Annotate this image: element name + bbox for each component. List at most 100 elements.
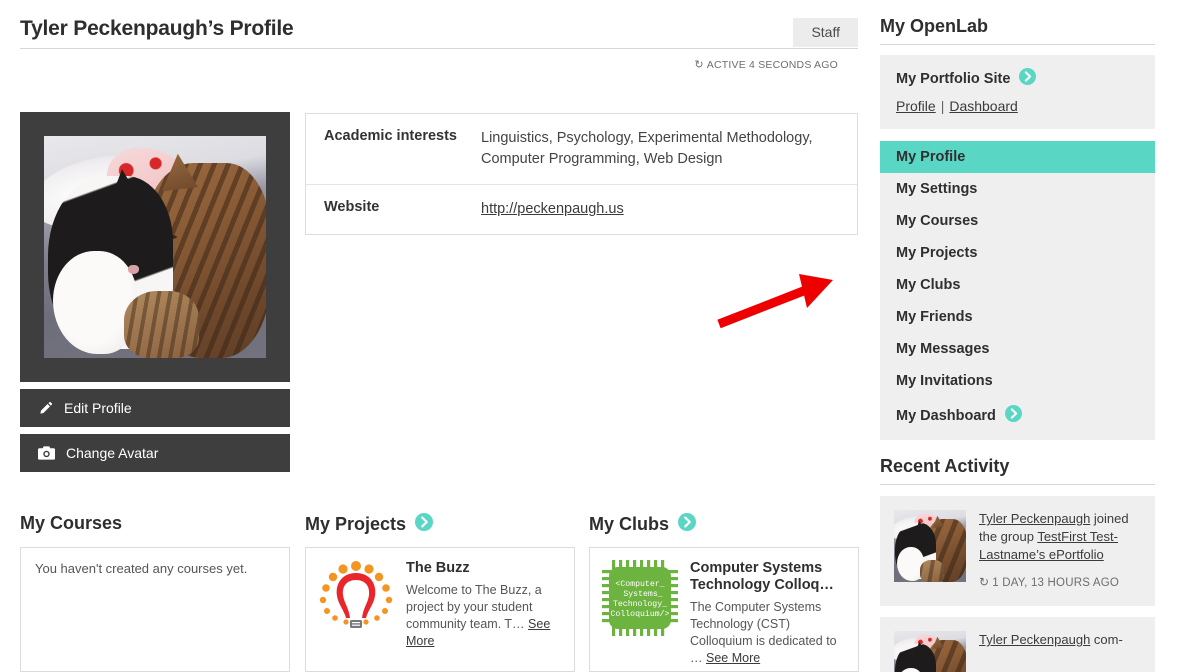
activity-item: Tyler Peckenpaugh com- — [880, 617, 1155, 672]
activity-item: Tyler Peckenpaugh joined the group TestF… — [880, 496, 1155, 606]
portfolio-site-title: My Portfolio Site — [896, 68, 1139, 89]
main-content: Tyler Peckenpaugh’s Profile Staff ↻ ACTIV… — [0, 0, 860, 672]
club-description: The Computer Systems Technology (CST) Co… — [690, 599, 846, 667]
info-label: Academic interests — [324, 128, 457, 144]
list-item[interactable]: <Computer_ Systems_ Technology_ Colloqui… — [590, 548, 858, 667]
my-courses-heading-label: My Courses — [20, 513, 123, 533]
link-separator: | — [940, 98, 945, 114]
openlab-nav: My Profile My Settings My Courses My Pro… — [880, 141, 1155, 440]
change-avatar-label: Change Avatar — [66, 445, 159, 461]
chevron-right-circle-icon[interactable] — [415, 513, 434, 536]
info-value: Linguistics, Psychology, Experimental Me… — [481, 130, 813, 167]
chevron-right-circle-icon[interactable] — [1004, 405, 1022, 426]
avatar-tuxedo-cat — [895, 643, 936, 672]
activity-timestamp-text: 1 DAY, 13 HOURS AGO — [992, 577, 1119, 589]
svg-text:Technology_: Technology_ — [613, 599, 667, 609]
cst-colloquium-chip-icon: <Computer_ Systems_ Technology_ Colloqui… — [602, 560, 678, 636]
sidebar-item-my-clubs[interactable]: My Clubs — [880, 269, 1155, 301]
sidebar-item-my-messages[interactable]: My Messages — [880, 333, 1155, 365]
sidebar-item-label: My Courses — [896, 213, 979, 229]
sidebar-item-label: My Invitations — [896, 373, 993, 389]
avatar[interactable] — [894, 510, 966, 582]
the-buzz-logo-icon — [318, 560, 394, 632]
project-description: Welcome to The Buzz, a project by your s… — [406, 582, 562, 650]
courses-empty-message: You haven't created any courses yet. — [35, 561, 248, 576]
edit-profile-button[interactable]: Edit Profile — [20, 389, 290, 427]
sidebar-item-my-projects[interactable]: My Projects — [880, 237, 1155, 269]
sidebar-item-my-invitations[interactable]: My Invitations — [880, 365, 1155, 397]
recent-activity-heading: Recent Activity — [880, 456, 1010, 476]
active-status-text: ACTIVE 4 SECONDS AGO — [706, 59, 838, 71]
sidebar-item-my-profile[interactable]: My Profile — [880, 141, 1155, 173]
sidebar: My OpenLab My Portfolio Site Profile | Das… — [880, 0, 1179, 672]
activity-actor-link[interactable]: Tyler Peckenpaugh — [979, 511, 1090, 526]
avatar[interactable] — [894, 631, 966, 672]
camera-icon — [38, 445, 55, 461]
svg-text:Systems_: Systems_ — [623, 590, 662, 599]
info-value: http://peckenpaugh.us — [481, 199, 624, 220]
openlab-heading: My OpenLab — [880, 16, 989, 36]
profile-page: Tyler Peckenpaugh’s Profile Staff ↻ ACTIV… — [0, 0, 1179, 672]
activity-timestamp: ↻ 1 DAY, 13 HOURS AGO — [979, 573, 1141, 592]
openlab-divider — [880, 44, 1155, 45]
sidebar-item-label: My Dashboard — [896, 407, 996, 424]
portfolio-dashboard-link[interactable]: Dashboard — [949, 98, 1018, 114]
sidebar-item-label: My Friends — [896, 309, 973, 325]
profile-info-table: Academic interests Linguistics, Psycholo… — [305, 113, 858, 235]
project-description-text: Welcome to The Buzz, a project by your s… — [406, 583, 542, 631]
status-badge: Staff — [793, 18, 858, 47]
sidebar-item-label: My Projects — [896, 245, 978, 261]
avatar-tuxedo-nose — [128, 264, 140, 274]
profile-header: Tyler Peckenpaugh’s Profile Staff — [20, 12, 858, 50]
page-title: Tyler Peckenpaugh’s Profile — [20, 17, 294, 40]
svg-text:Colloquium/>: Colloquium/> — [611, 609, 670, 619]
my-courses-panel: You haven't created any courses yet. — [20, 547, 290, 672]
reload-icon: ↻ — [979, 575, 990, 589]
svg-text:<Computer_: <Computer_ — [615, 580, 664, 589]
my-clubs-heading-label: My Clubs — [589, 514, 670, 534]
table-row: Academic interests Linguistics, Psycholo… — [306, 114, 857, 184]
red-annotation-arrow — [715, 268, 843, 335]
chevron-right-circle-icon[interactable] — [678, 513, 697, 536]
change-avatar-button[interactable]: Change Avatar — [20, 434, 290, 472]
portfolio-site-box: My Portfolio Site Profile | Dashboard — [880, 55, 1155, 129]
sidebar-item-my-settings[interactable]: My Settings — [880, 173, 1155, 205]
my-clubs-heading: My Clubs — [589, 513, 697, 536]
my-projects-heading: My Projects — [305, 513, 434, 536]
edit-profile-label: Edit Profile — [64, 400, 132, 416]
sidebar-item-my-courses[interactable]: My Courses — [880, 205, 1155, 237]
active-status: ↻ ACTIVE 4 SECONDS AGO — [694, 58, 838, 71]
project-card-text: The Buzz Welcome to The Buzz, a project … — [406, 560, 562, 650]
see-more-link[interactable]: See More — [706, 651, 760, 665]
project-title: The Buzz — [406, 560, 470, 576]
activity-text: Tyler Peckenpaugh com- — [979, 631, 1141, 672]
activity-middle-text: com- — [1090, 632, 1123, 647]
portfolio-links: Profile | Dashboard — [896, 98, 1139, 114]
portfolio-profile-link[interactable]: Profile — [896, 98, 936, 114]
info-label: Website — [324, 199, 380, 215]
my-projects-panel: The Buzz Welcome to The Buzz, a project … — [305, 547, 575, 672]
sidebar-item-label: My Clubs — [896, 277, 961, 293]
activity-actor-link[interactable]: Tyler Peckenpaugh — [979, 632, 1090, 647]
avatar-panel — [20, 112, 290, 382]
header-divider — [20, 48, 858, 49]
avatar — [44, 136, 266, 358]
my-courses-heading: My Courses — [20, 513, 122, 534]
list-item[interactable]: The Buzz Welcome to The Buzz, a project … — [306, 548, 574, 650]
sidebar-item-label: My Settings — [896, 181, 978, 197]
club-title: Computer Systems Technology Colloq… — [690, 560, 834, 593]
reload-icon: ↻ — [694, 59, 704, 71]
recent-activity-divider — [880, 484, 1155, 485]
sidebar-item-my-friends[interactable]: My Friends — [880, 301, 1155, 333]
sidebar-item-my-dashboard[interactable]: My Dashboard — [880, 397, 1155, 434]
avatar-paw — [123, 291, 200, 358]
club-card-text: Computer Systems Technology Colloq… The … — [690, 560, 846, 667]
website-link[interactable]: http://peckenpaugh.us — [481, 201, 624, 217]
my-projects-heading-label: My Projects — [305, 514, 407, 534]
chevron-right-circle-icon[interactable] — [1019, 68, 1037, 89]
my-clubs-panel: <Computer_ Systems_ Technology_ Colloqui… — [589, 547, 859, 672]
pencil-icon — [38, 401, 53, 416]
sidebar-item-label: My Messages — [896, 341, 990, 357]
activity-text: Tyler Peckenpaugh joined the group TestF… — [979, 510, 1141, 592]
table-row: Website http://peckenpaugh.us — [306, 184, 857, 234]
